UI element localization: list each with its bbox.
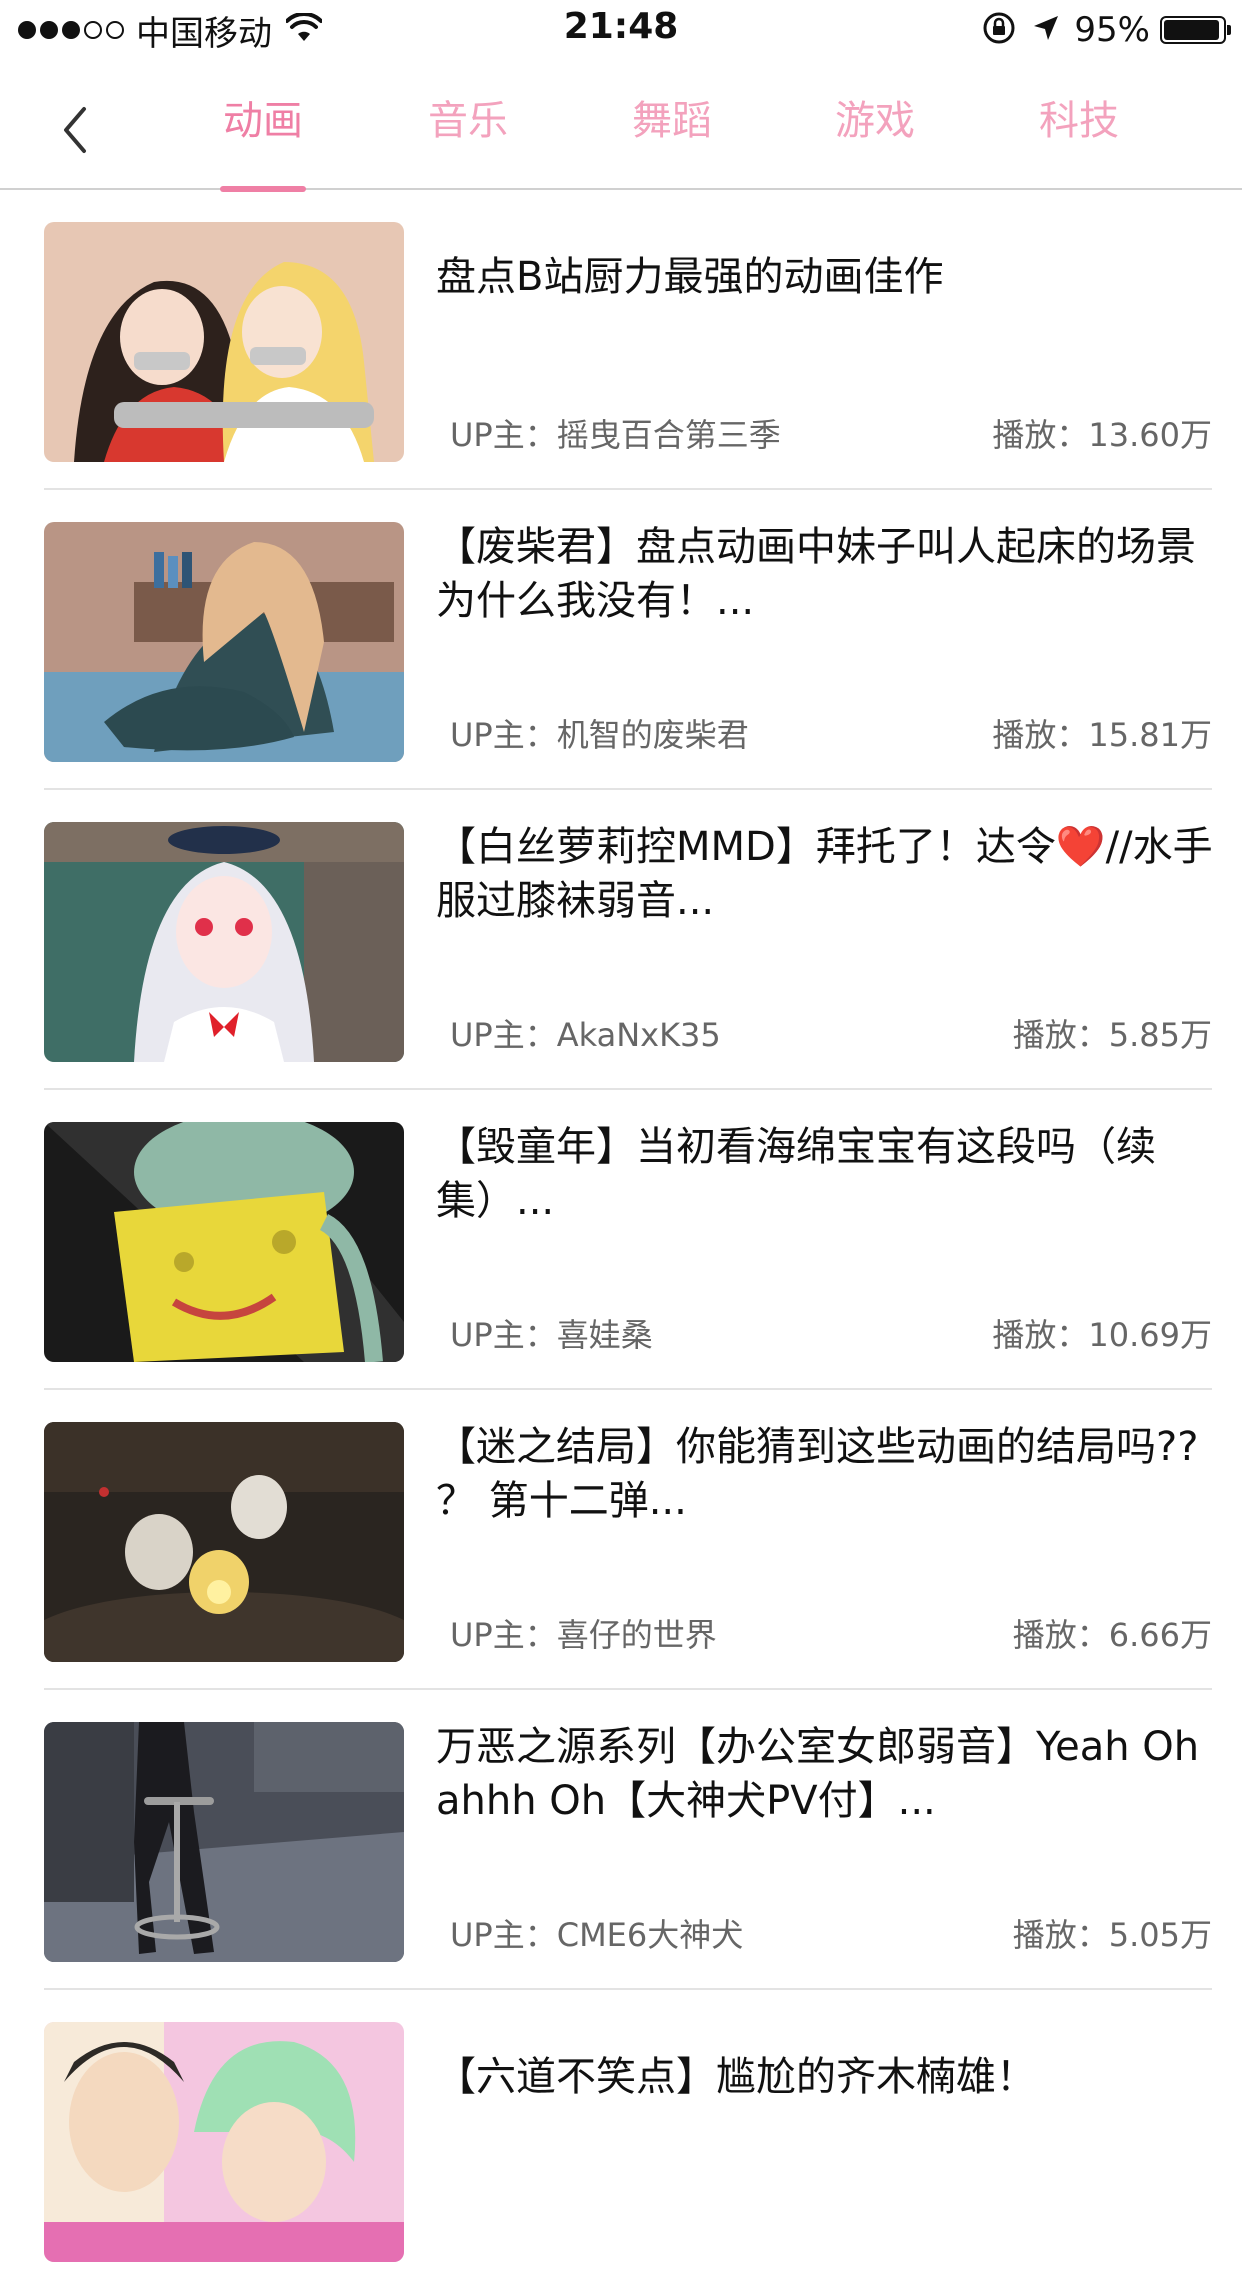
- view-count: 播放：13.60万: [992, 416, 1212, 454]
- tab-label: 科技: [1039, 98, 1119, 144]
- video-title[interactable]: 盘点B站厨力最强的动画佳作: [436, 250, 1216, 304]
- orientation-lock-icon: [982, 11, 1016, 49]
- view-count: 播放：5.85万: [1012, 1016, 1212, 1054]
- view-count: 播放：5.05万: [1012, 1916, 1212, 1954]
- view-count: 播放：10.69万: [992, 1316, 1212, 1354]
- location-arrow-icon: [1032, 14, 1060, 46]
- uploader-label: UP主：机智的废柴君: [450, 716, 749, 754]
- video-thumbnail[interactable]: [44, 822, 404, 1062]
- video-list-item[interactable]: 【迷之结局】你能猜到这些动画的结局吗?? ？ 第十二弹... UP主：喜仔的世界…: [44, 1390, 1212, 1690]
- video-thumbnail[interactable]: [44, 1722, 404, 1962]
- uploader-label: UP主：喜娃桑: [450, 1316, 653, 1354]
- view-count: 播放：6.66万: [1012, 1616, 1212, 1654]
- tab-label: 舞蹈: [632, 98, 712, 144]
- video-thumbnail[interactable]: [44, 1422, 404, 1662]
- uploader-label: UP主：AkaNxK35: [450, 1016, 721, 1054]
- video-list-item[interactable]: 盘点B站厨力最强的动画佳作 UP主：摇曳百合第三季 播放：13.60万: [44, 190, 1212, 490]
- tab-tech[interactable]: 科技: [1036, 96, 1122, 190]
- video-title[interactable]: 万恶之源系列【办公室女郎弱音】Yeah Oh ahhh Oh【大神犬PV付】..…: [436, 1720, 1216, 1828]
- video-thumbnail[interactable]: [44, 2022, 404, 2262]
- video-thumbnail[interactable]: [44, 522, 404, 762]
- uploader-label: UP主：喜仔的世界: [450, 1616, 717, 1654]
- battery-percent: 95%: [1074, 10, 1150, 50]
- chevron-left-icon: [64, 107, 86, 153]
- video-list-item[interactable]: 【白丝萝莉控MMD】拜托了！达令❤️//水手服过膝袜弱音... UP主：AkaN…: [44, 790, 1213, 1090]
- video-title[interactable]: 【六道不笑点】尴尬的齐木楠雄！: [436, 2050, 1216, 2104]
- video-list-item[interactable]: 【六道不笑点】尴尬的齐木楠雄！: [44, 1990, 1212, 2290]
- back-button[interactable]: [50, 100, 100, 160]
- uploader-label: UP主：摇曳百合第三季: [450, 416, 781, 454]
- video-thumbnail[interactable]: [44, 1122, 404, 1362]
- video-list-item[interactable]: 万恶之源系列【办公室女郎弱音】Yeah Oh ahhh Oh【大神犬PV付】..…: [44, 1690, 1212, 1990]
- video-list-item[interactable]: 【废柴君】盘点动画中妹子叫人起床的场景 为什么我没有！... UP主：机智的废柴…: [44, 490, 1212, 790]
- video-thumbnail[interactable]: [44, 222, 404, 462]
- video-list-item[interactable]: 【毁童年】当初看海绵宝宝有这段吗（续集）... UP主：喜娃桑 播放：10.69…: [44, 1090, 1212, 1390]
- view-count: 播放：15.81万: [992, 716, 1212, 754]
- tab-label: 动画: [223, 98, 303, 144]
- tab-dance[interactable]: 舞蹈: [629, 96, 715, 190]
- video-title[interactable]: 【毁童年】当初看海绵宝宝有这段吗（续集）...: [436, 1120, 1216, 1228]
- tab-anime[interactable]: 动画: [220, 96, 306, 192]
- tab-game[interactable]: 游戏: [832, 96, 918, 190]
- status-right: 95%: [982, 8, 1231, 52]
- uploader-label: UP主：CME6大神犬: [450, 1916, 744, 1954]
- battery-fill: [1164, 20, 1220, 40]
- status-bar: 中国移动 21:48 95%: [0, 0, 1242, 60]
- battery-icon: [1160, 16, 1231, 44]
- tab-music[interactable]: 音乐: [425, 96, 511, 190]
- category-nav-bar: 动画 音乐 舞蹈 游戏 科技: [0, 60, 1242, 192]
- video-title[interactable]: 【白丝萝莉控MMD】拜托了！达令❤️//水手服过膝袜弱音...: [436, 820, 1216, 928]
- video-title[interactable]: 【迷之结局】你能猜到这些动画的结局吗?? ？ 第十二弹...: [436, 1420, 1216, 1528]
- video-title[interactable]: 【废柴君】盘点动画中妹子叫人起床的场景 为什么我没有！...: [436, 520, 1216, 628]
- tab-label: 音乐: [428, 98, 508, 144]
- tab-label: 游戏: [835, 98, 915, 144]
